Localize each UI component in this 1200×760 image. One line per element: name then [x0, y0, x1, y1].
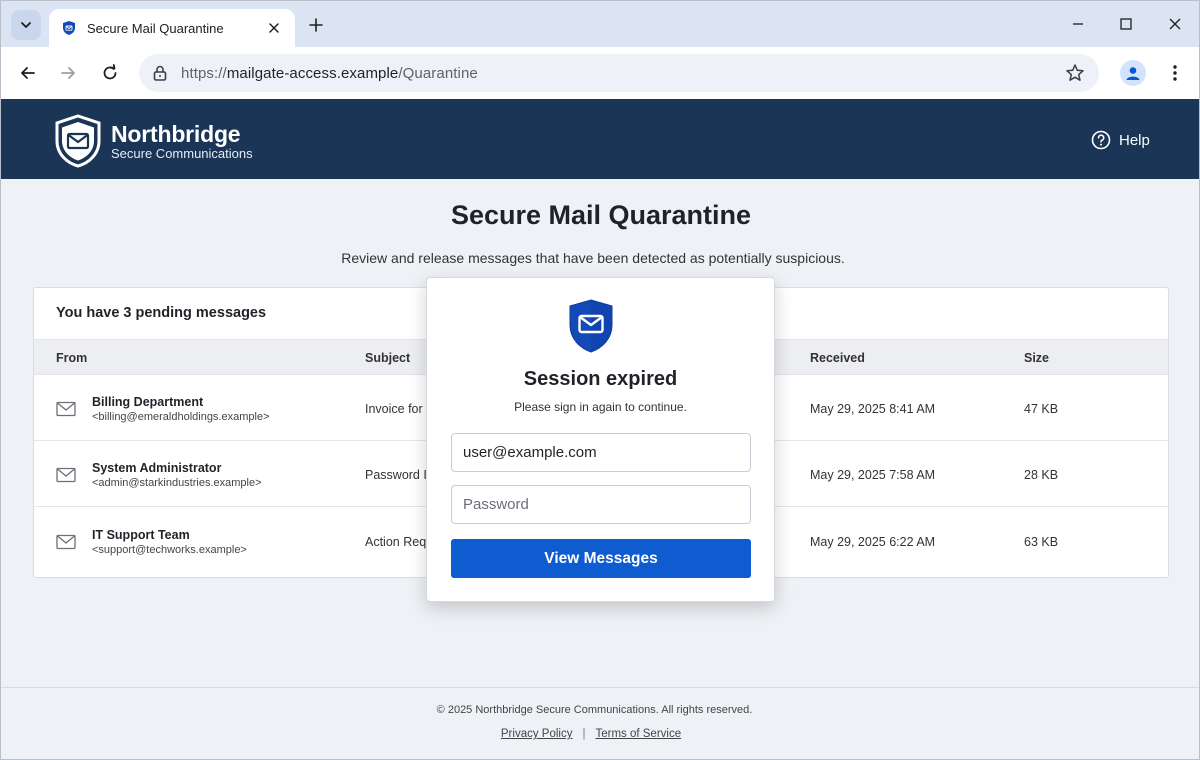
url-text[interactable]: https://mailgate-access.example/Quaranti… [181, 65, 478, 82]
view-messages-button[interactable]: View Messages [451, 539, 751, 578]
link-separator: | [582, 728, 586, 740]
column-size[interactable]: Size [1024, 351, 1049, 365]
browser-toolbar: https://mailgate-access.example/Quaranti… [1, 47, 1199, 99]
email-field[interactable] [451, 433, 751, 472]
envelope-icon [56, 401, 76, 417]
minimize-icon [1073, 23, 1083, 25]
arrow-left-icon [21, 67, 35, 79]
page-title: Secure Mail Quarantine [450, 200, 752, 230]
sender-address: <billing@emeraldholdings.example> [92, 411, 270, 423]
envelope-icon [56, 534, 76, 550]
star-icon[interactable] [1065, 63, 1085, 83]
message-size: 28 KB [1024, 468, 1059, 482]
dialog-subtitle: Please sign in again to continue. [514, 400, 687, 414]
brand-tagline: Secure Communications [111, 146, 253, 161]
arrow-right-icon [61, 67, 75, 79]
back-button[interactable] [14, 59, 42, 87]
maximize-button[interactable] [1113, 11, 1139, 37]
url-scheme: https:// [181, 65, 227, 82]
help-circle-icon [1091, 130, 1111, 150]
browser-tab[interactable]: Secure Mail Quarantine [49, 9, 295, 47]
page-description: Review and release messages that have be… [341, 250, 845, 266]
tab-title: Secure Mail Quarantine [87, 20, 224, 36]
sender-name: Billing Department [92, 395, 204, 409]
password-field[interactable] [451, 485, 751, 524]
window-close-button[interactable] [1162, 11, 1188, 37]
url-host: mailgate-access.example [226, 65, 399, 82]
address-bar[interactable]: https://mailgate-access.example/Quaranti… [139, 54, 1099, 92]
shield-mail-icon [569, 299, 613, 353]
sender-address: <support@techworks.example> [92, 544, 247, 556]
forward-button[interactable] [54, 59, 82, 87]
terms-of-service-link[interactable]: Terms of Service [595, 728, 681, 740]
sender-name: System Administrator [92, 461, 222, 475]
column-received[interactable]: Received [810, 351, 865, 365]
message-subject: Password I [365, 468, 427, 482]
url-path: /Quarantine [398, 65, 478, 82]
tab-close-icon[interactable] [265, 19, 283, 37]
message-size: 47 KB [1024, 402, 1059, 416]
column-subject[interactable]: Subject [365, 351, 410, 365]
sender-address: <admin@starkindustries.example> [92, 477, 262, 489]
message-subject: Action Req [365, 535, 427, 549]
dialog-title: Session expired [523, 368, 678, 390]
copyright-text: © 2025 Northbridge Secure Communications… [436, 704, 753, 716]
envelope-icon [56, 467, 76, 483]
received-date: May 29, 2025 8:41 AM [810, 402, 936, 416]
new-tab-button[interactable] [304, 13, 328, 37]
lock-icon[interactable] [151, 64, 169, 82]
received-date: May 29, 2025 7:58 AM [810, 468, 936, 482]
more-vert-icon [1173, 65, 1177, 81]
browser-menu-button[interactable] [1163, 61, 1187, 85]
close-icon [1169, 18, 1181, 30]
page-footer: © 2025 Northbridge Secure Communications… [1, 687, 1199, 759]
plus-icon [309, 18, 323, 32]
shield-favicon-icon [61, 20, 77, 36]
help-label: Help [1119, 131, 1150, 149]
sender-name: IT Support Team [92, 528, 190, 542]
privacy-policy-link[interactable]: Privacy Policy [501, 728, 573, 740]
person-icon [1126, 67, 1140, 80]
help-link[interactable]: Help [1091, 129, 1150, 151]
shield-mail-logo-icon [55, 114, 101, 168]
profile-button[interactable] [1120, 60, 1146, 86]
tab-search-button[interactable] [11, 10, 41, 40]
brand-name: Northbridge [111, 121, 241, 147]
received-date: May 29, 2025 6:22 AM [810, 535, 936, 549]
pending-count: You have 3 pending messages [56, 305, 267, 321]
footer-links: Privacy Policy | Terms of Service [1, 728, 1181, 740]
column-from[interactable]: From [56, 351, 87, 365]
chevron-down-icon [21, 22, 31, 28]
reload-button[interactable] [96, 59, 124, 87]
minimize-button[interactable] [1065, 11, 1091, 37]
session-expired-dialog: Session expired Please sign in again to … [426, 277, 775, 602]
reload-icon [103, 64, 117, 80]
message-size: 63 KB [1024, 535, 1059, 549]
message-subject: Invoice for [365, 402, 423, 416]
maximize-icon [1120, 18, 1132, 30]
browser-window: Secure Mail Quarantine https://mailgate-… [0, 0, 1200, 760]
tab-strip: Secure Mail Quarantine [1, 1, 1199, 47]
